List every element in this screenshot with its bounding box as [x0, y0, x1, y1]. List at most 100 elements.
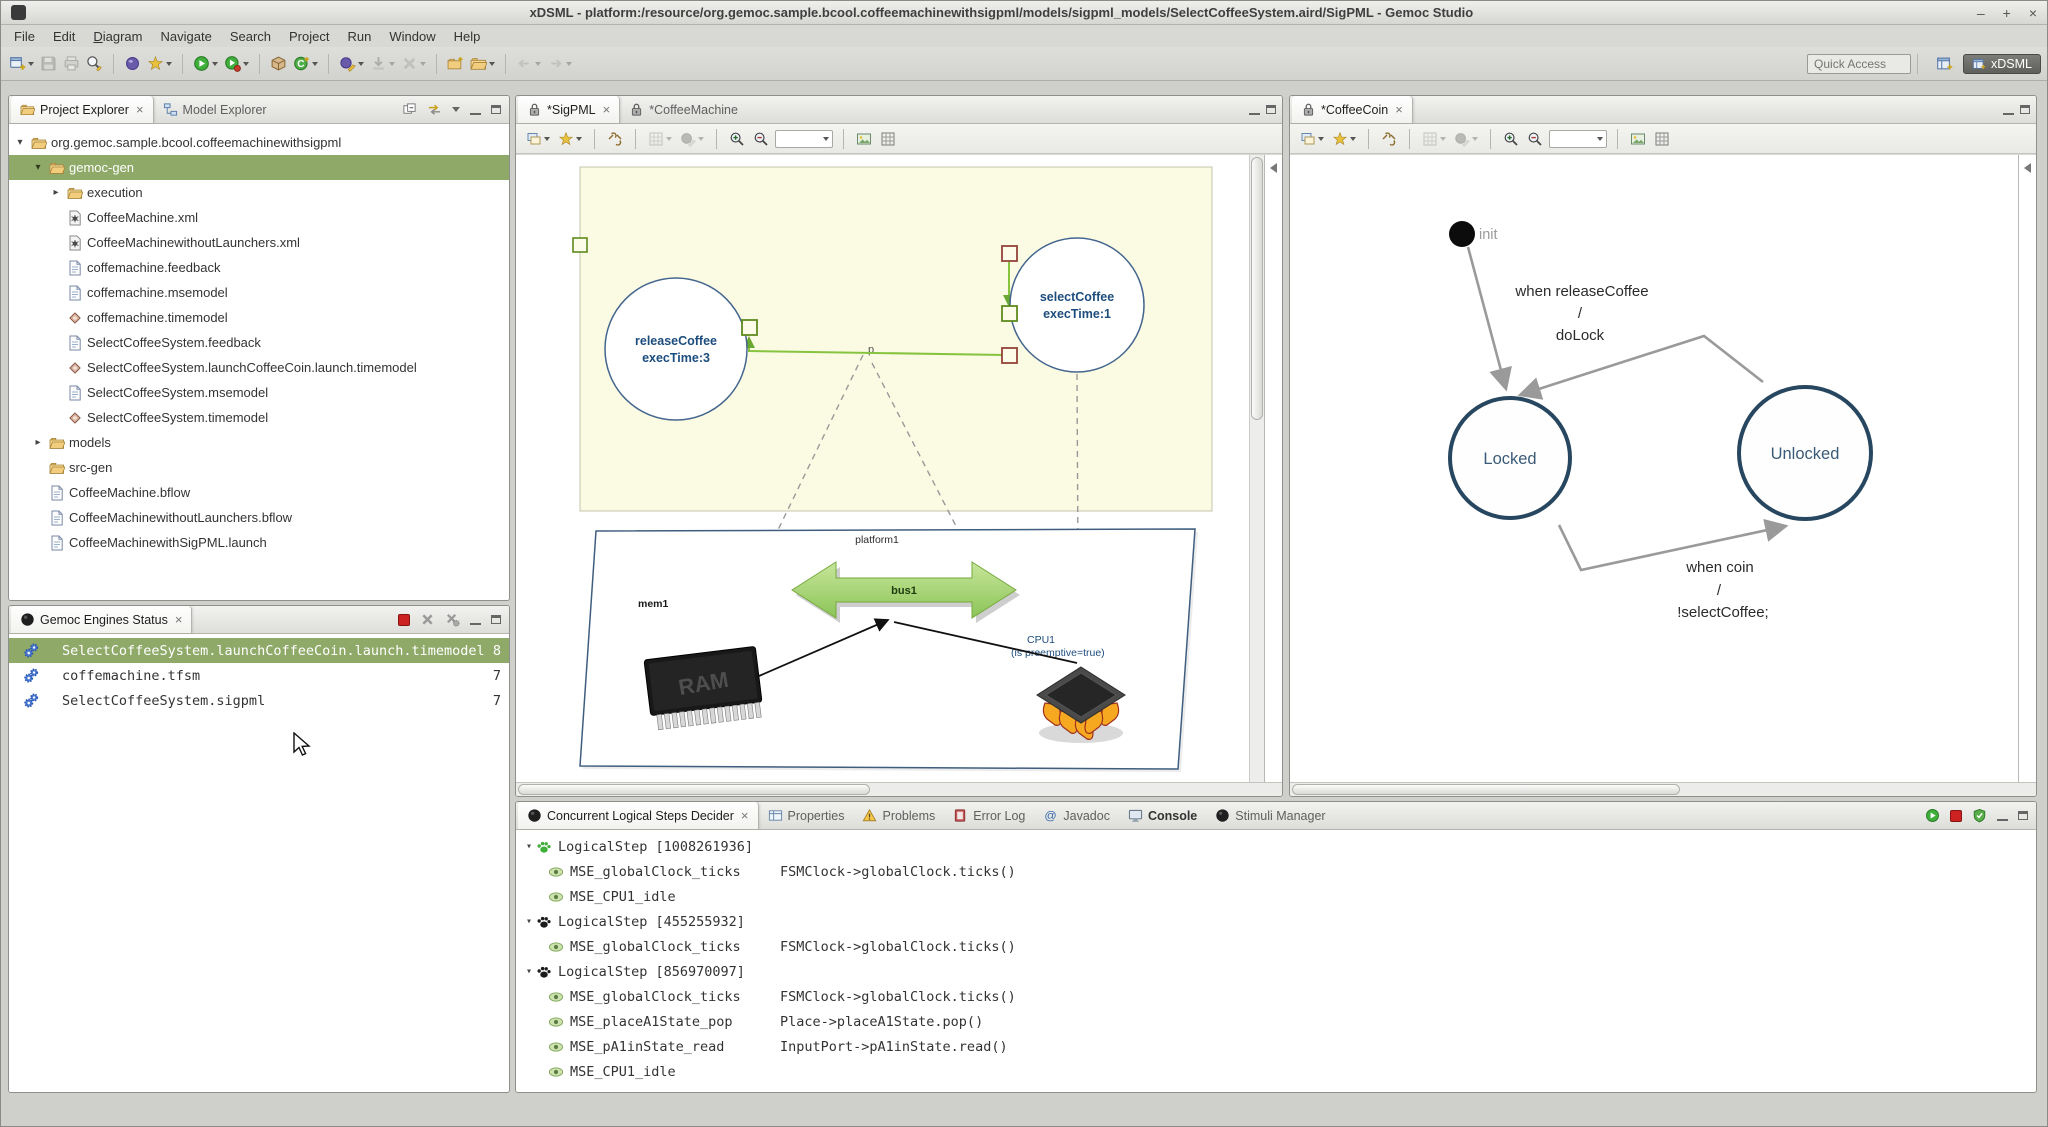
- clear-button[interactable]: [399, 53, 428, 74]
- actor-selectcoffee[interactable]: [1010, 238, 1144, 372]
- window-close-button[interactable]: [2029, 6, 2037, 20]
- search-button[interactable]: [84, 53, 105, 74]
- font-button[interactable]: [678, 129, 706, 149]
- maximize-view-button[interactable]: [491, 615, 501, 624]
- run-caret[interactable]: [243, 62, 249, 66]
- new-configuration-caret[interactable]: [166, 62, 172, 66]
- layers-button[interactable]: [1298, 129, 1326, 149]
- tab-error-log[interactable]: Error Log: [944, 802, 1034, 829]
- mse-row[interactable]: MSE_CPU1_idle: [516, 884, 2036, 909]
- tab-javadoc[interactable]: Javadoc: [1034, 802, 1119, 829]
- coffeecoin-canvas[interactable]: init when releaseCoffee / doLock when co…: [1290, 154, 2036, 782]
- zoom-out-button[interactable]: [1525, 129, 1545, 149]
- menu-item-project[interactable]: Project: [280, 27, 338, 46]
- mse-row[interactable]: MSE_globalClock_ticksFSMClock->globalClo…: [516, 859, 2036, 884]
- maximize-editor-button[interactable]: [2020, 105, 2030, 114]
- run-button[interactable]: [222, 53, 251, 74]
- tab-sigpml-close-icon[interactable]: [601, 102, 611, 117]
- annotation-button[interactable]: [337, 53, 366, 74]
- grid-button[interactable]: [878, 129, 898, 149]
- zoom-out-button[interactable]: [751, 129, 771, 149]
- open-folder-caret[interactable]: [489, 62, 495, 66]
- align-button[interactable]: [646, 129, 674, 149]
- minimize-editor-button[interactable]: [1249, 113, 1260, 115]
- port-middle[interactable]: [1002, 306, 1017, 321]
- tree-item-gemoc-gen[interactable]: gemoc-gen: [9, 155, 509, 180]
- tab-coffeecoin[interactable]: *CoffeeCoin: [1292, 96, 1413, 123]
- minimize-view-button[interactable]: [470, 615, 481, 625]
- tab-logical-steps-decider[interactable]: Concurrent Logical Steps Decider: [518, 802, 759, 829]
- minimize-editor-button[interactable]: [2003, 113, 2014, 115]
- mse-row[interactable]: MSE_placeA1State_popPlace->placeA1State.…: [516, 1009, 2036, 1034]
- zoom-in-button[interactable]: [727, 129, 747, 149]
- zoom-level-combo[interactable]: [1549, 130, 1607, 148]
- export-image-button[interactable]: [1628, 129, 1648, 149]
- tree-item-project[interactable]: org.gemoc.sample.bcool.coffeemachinewith…: [9, 130, 509, 155]
- menu-item-edit[interactable]: Edit: [44, 27, 84, 46]
- new-folder-button[interactable]: [445, 53, 466, 74]
- engine-row[interactable]: coffemachine.tfsm 7: [9, 663, 509, 688]
- horizontal-scrollbar[interactable]: [516, 782, 1282, 796]
- forward-button[interactable]: [545, 53, 574, 74]
- new-configuration-button[interactable]: [145, 53, 174, 74]
- open-folder-button[interactable]: [468, 53, 497, 74]
- filters-button[interactable]: [1330, 129, 1358, 149]
- tree-item-src-gen[interactable]: src-gen: [9, 455, 509, 480]
- menu-item-window[interactable]: Window: [380, 27, 444, 46]
- open-perspective-button[interactable]: [1934, 53, 1955, 74]
- new-package-button[interactable]: [268, 53, 289, 74]
- transition-unlocked-locked[interactable]: [1520, 336, 1763, 395]
- maximize-view-button[interactable]: [491, 105, 501, 114]
- minimize-view-button[interactable]: [1997, 811, 2008, 821]
- mse-row[interactable]: MSE_pA1inState_readInputPort->pA1inState…: [516, 1034, 2036, 1059]
- new-class-button[interactable]: [291, 53, 320, 74]
- tree-item-file[interactable]: coffemachine.timemodel: [9, 305, 509, 330]
- tree-item-file[interactable]: CoffeeMachine.bflow: [9, 480, 509, 505]
- resume-button[interactable]: [1925, 808, 1940, 823]
- maximize-view-button[interactable]: [2018, 811, 2028, 820]
- font-button[interactable]: [1452, 129, 1480, 149]
- tab-sigpml[interactable]: *SigPML: [518, 96, 620, 123]
- tree-item-models[interactable]: models: [9, 430, 509, 455]
- debug-caret[interactable]: [212, 62, 218, 66]
- quick-access-input[interactable]: [1807, 54, 1911, 74]
- logical-step-group[interactable]: LogicalStep [1008261936]: [516, 834, 2036, 859]
- tree-item-file[interactable]: CoffeeMachinewithSigPML.launch: [9, 530, 509, 555]
- back-button[interactable]: [514, 53, 543, 74]
- menu-item-navigate[interactable]: Navigate: [152, 27, 221, 46]
- vertical-scrollbar[interactable]: [1249, 155, 1264, 782]
- menu-item-search[interactable]: Search: [221, 27, 280, 46]
- tree-item-file[interactable]: SelectCoffeeSystem.msemodel: [9, 380, 509, 405]
- skip-breakpoints-button[interactable]: [122, 53, 143, 74]
- tab-console[interactable]: Console: [1119, 802, 1206, 829]
- actor-releasecoffee[interactable]: [605, 278, 747, 420]
- tree-item-file[interactable]: coffemachine.msemodel: [9, 280, 509, 305]
- export-image-button[interactable]: [854, 129, 874, 149]
- tab-coffeemachine[interactable]: *CoffeeMachine: [620, 96, 747, 123]
- zoom-in-button[interactable]: [1501, 129, 1521, 149]
- logical-step-group[interactable]: LogicalStep [455255932]: [516, 909, 2036, 934]
- new-class-caret[interactable]: [312, 62, 318, 66]
- mse-row[interactable]: MSE_globalClock_ticksFSMClock->globalClo…: [516, 984, 2036, 1009]
- annotation-caret[interactable]: [358, 62, 364, 66]
- print-button[interactable]: [61, 53, 82, 74]
- shield-icon[interactable]: [1972, 808, 1987, 823]
- tab-stimuli-manager[interactable]: Stimuli Manager: [1206, 802, 1334, 829]
- tree-item-file[interactable]: coffemachine.feedback: [9, 255, 509, 280]
- mse-row[interactable]: MSE_CPU1_idle: [516, 1059, 2036, 1084]
- collapsed-palette[interactable]: [2018, 155, 2036, 782]
- tab-coffeecoin-close-icon[interactable]: [1393, 102, 1403, 117]
- debug-button[interactable]: [191, 53, 220, 74]
- maximize-editor-button[interactable]: [1266, 105, 1276, 114]
- initial-state[interactable]: [1449, 221, 1475, 247]
- mse-row[interactable]: MSE_globalClock_ticksFSMClock->globalClo…: [516, 934, 2036, 959]
- menu-item-diagram[interactable]: Diagram: [84, 27, 151, 46]
- transition-init-locked[interactable]: [1468, 247, 1506, 389]
- tree-item-execution[interactable]: execution: [9, 180, 509, 205]
- input-port-bottom[interactable]: [1002, 348, 1017, 363]
- ram-chip[interactable]: RAM: [644, 646, 764, 730]
- collapse-all-button[interactable]: [402, 102, 417, 117]
- horizontal-scrollbar[interactable]: [1290, 782, 2036, 796]
- window-minimize-button[interactable]: [1977, 6, 1985, 20]
- perspective-xdsml-button[interactable]: xDSML: [1963, 54, 2041, 74]
